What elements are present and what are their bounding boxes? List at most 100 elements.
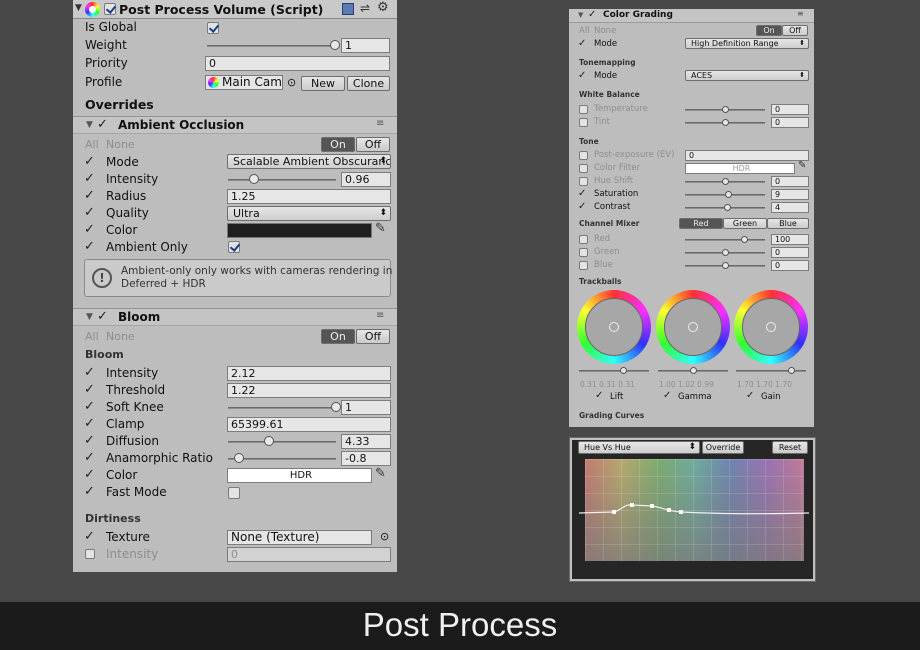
ambient-occlusion-header[interactable]: ▼ Ambient Occlusion ≡	[73, 116, 397, 134]
cg-mode-override-check[interactable]	[578, 38, 586, 49]
cg-mixer-red-override-checkbox[interactable]	[579, 235, 588, 244]
cg-mixer-green-field[interactable]: 0	[771, 247, 809, 258]
gain-slider-track[interactable]	[736, 370, 806, 372]
help-book-icon[interactable]	[342, 3, 354, 15]
bloom-off-toggle[interactable]: Off	[356, 329, 390, 344]
bloom-color-override-check[interactable]	[84, 467, 95, 482]
ao-quality-override-check[interactable]	[84, 205, 95, 220]
cg-all-link[interactable]: All	[579, 26, 590, 36]
bloom-fast-mode-override-check[interactable]	[84, 484, 95, 499]
weight-field[interactable]: 1	[341, 38, 390, 53]
ao-ambient-only-override-check[interactable]	[84, 239, 95, 254]
preset-icon[interactable]: ⇌	[360, 1, 370, 15]
gain-trackball[interactable]	[734, 290, 808, 364]
bloom-clamp-override-check[interactable]	[84, 416, 95, 431]
lift-reset-check[interactable]	[595, 390, 603, 401]
cg-temperature-field[interactable]: 0	[771, 104, 809, 115]
cg-mixer-tab-green[interactable]: Green	[723, 218, 767, 229]
bloom-diffusion-field[interactable]: 4.33	[341, 434, 391, 449]
cg-enabled-check-icon[interactable]	[588, 9, 596, 20]
gain-slider-thumb[interactable]	[788, 367, 795, 374]
cg-hue-shift-override-checkbox[interactable]	[579, 177, 588, 186]
bloom-texture-override-check[interactable]	[84, 529, 95, 544]
bloom-soft-knee-track[interactable]	[228, 407, 336, 409]
cg-on-toggle[interactable]: On	[756, 25, 782, 36]
cg-contrast-thumb[interactable]	[724, 204, 731, 211]
gear-icon[interactable]: ⚙	[377, 0, 389, 15]
cg-color-filter-override-checkbox[interactable]	[579, 164, 588, 173]
priority-field[interactable]: 0	[205, 56, 390, 71]
cg-mixer-red-track[interactable]	[685, 239, 765, 241]
clone-profile-button[interactable]: Clone	[347, 76, 390, 91]
object-picker-icon[interactable]: ⊙	[287, 76, 296, 89]
foldout-arrow-icon[interactable]: ▼	[75, 3, 82, 13]
cg-hue-shift-thumb[interactable]	[722, 178, 729, 185]
cg-post-exposure-field[interactable]: 0	[685, 150, 809, 161]
ao-color-override-check[interactable]	[84, 222, 95, 237]
ao-ambient-only-checkbox[interactable]	[228, 241, 240, 253]
cg-saturation-field[interactable]: 9	[771, 189, 809, 200]
hue-curve[interactable]	[569, 437, 816, 582]
cg-post-exposure-override-checkbox[interactable]	[579, 151, 588, 160]
bloom-none-link[interactable]: None	[106, 330, 135, 343]
ao-quality-dropdown[interactable]: Ultra ⬍	[227, 206, 391, 221]
color-grading-header[interactable]: ▼ Color Grading ≡	[569, 9, 814, 23]
ao-intensity-override-check[interactable]	[84, 171, 95, 186]
bloom-threshold-override-check[interactable]	[84, 382, 95, 397]
ao-radius-override-check[interactable]	[84, 188, 95, 203]
cg-mixer-blue-override-checkbox[interactable]	[579, 261, 588, 270]
bloom-diffusion-thumb[interactable]	[264, 436, 275, 446]
menu-icon[interactable]: ≡	[797, 9, 804, 18]
cg-mixer-red-field[interactable]: 100	[771, 234, 809, 245]
cg-tm-mode-override-check[interactable]	[578, 70, 586, 81]
cg-hue-shift-field[interactable]: 0	[771, 176, 809, 187]
lift-slider-thumb[interactable]	[620, 367, 627, 374]
cg-mixer-tab-red[interactable]: Red	[679, 218, 723, 229]
cg-tm-mode-dropdown[interactable]: ACES ⬍	[685, 70, 809, 81]
bloom-diffusion-override-check[interactable]	[84, 433, 95, 448]
gamma-reset-check[interactable]	[663, 390, 671, 401]
bloom-color-field[interactable]: HDR	[227, 468, 372, 483]
foldout-arrow-icon[interactable]: ▼	[578, 11, 583, 19]
bloom-soft-knee-field[interactable]: 1	[341, 400, 391, 415]
lift-trackball[interactable]	[577, 290, 651, 364]
ao-all-link[interactable]: All	[85, 138, 99, 151]
component-enabled-checkbox[interactable]	[104, 3, 116, 15]
eyedropper-icon[interactable]: ✎	[375, 466, 386, 481]
bloom-dirt-intensity-field[interactable]: 0	[227, 547, 391, 562]
cg-temperature-thumb[interactable]	[722, 106, 729, 113]
eyedropper-icon[interactable]: ✎	[798, 160, 806, 171]
cg-off-toggle[interactable]: Off	[782, 25, 808, 36]
cg-temperature-override-checkbox[interactable]	[579, 105, 588, 114]
bloom-anamorphic-thumb[interactable]	[233, 453, 244, 463]
bloom-anamorphic-override-check[interactable]	[84, 450, 95, 465]
bloom-all-link[interactable]: All	[85, 330, 99, 343]
bloom-dirt-intensity-override-checkbox[interactable]	[85, 549, 95, 559]
is-global-checkbox[interactable]	[207, 22, 219, 34]
bloom-threshold-field[interactable]: 1.22	[227, 383, 391, 398]
bloom-diffusion-track[interactable]	[228, 441, 336, 443]
gain-reset-check[interactable]	[746, 390, 754, 401]
eyedropper-icon[interactable]: ✎	[375, 221, 386, 236]
ao-mode-dropdown[interactable]: Scalable Ambient Obscuranc ⬍	[227, 154, 391, 169]
bloom-clamp-field[interactable]: 65399.61	[227, 417, 391, 432]
cg-tint-override-checkbox[interactable]	[579, 118, 588, 127]
cg-mixer-tab-blue[interactable]: Blue	[767, 218, 809, 229]
cg-saturation-thumb[interactable]	[725, 191, 732, 198]
bloom-header[interactable]: ▼ Bloom ≡	[73, 308, 397, 326]
cg-mode-dropdown[interactable]: High Definition Range ⬍	[685, 38, 809, 49]
profile-field[interactable]: Main Cam	[205, 75, 283, 90]
ao-off-toggle[interactable]: Off	[356, 137, 390, 152]
menu-icon[interactable]: ≡	[376, 118, 384, 129]
foldout-arrow-icon[interactable]: ▼	[86, 312, 93, 322]
bloom-fast-mode-checkbox[interactable]	[228, 487, 240, 499]
cg-tint-field[interactable]: 0	[771, 117, 809, 128]
object-picker-icon[interactable]: ⊙	[380, 530, 389, 543]
ao-none-link[interactable]: None	[106, 138, 135, 151]
gamma-trackball[interactable]	[656, 290, 730, 364]
cg-none-link[interactable]: None	[594, 26, 616, 36]
ao-enabled-check-icon[interactable]	[97, 117, 108, 132]
bloom-texture-field[interactable]: None (Texture)	[227, 530, 372, 545]
cg-contrast-field[interactable]: 4	[771, 202, 809, 213]
ao-on-toggle[interactable]: On	[321, 137, 355, 152]
